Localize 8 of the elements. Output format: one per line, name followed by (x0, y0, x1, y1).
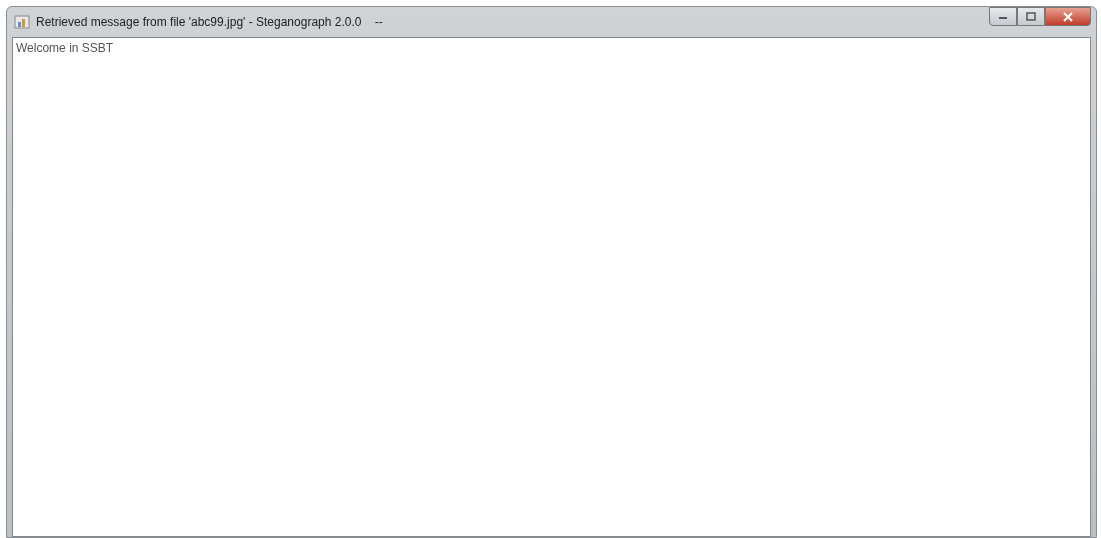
maximize-button[interactable] (1017, 7, 1045, 26)
app-icon (14, 14, 30, 30)
window-title: Retrieved message from file 'abc99.jpg' - Steganograph 2.0.0 -- (36, 14, 383, 31)
message-text-area[interactable]: Welcome in SSBT (12, 37, 1091, 537)
close-icon (1062, 11, 1074, 22)
minimize-button[interactable] (989, 7, 1017, 26)
maximize-icon (1026, 12, 1036, 21)
close-button[interactable] (1045, 7, 1091, 26)
